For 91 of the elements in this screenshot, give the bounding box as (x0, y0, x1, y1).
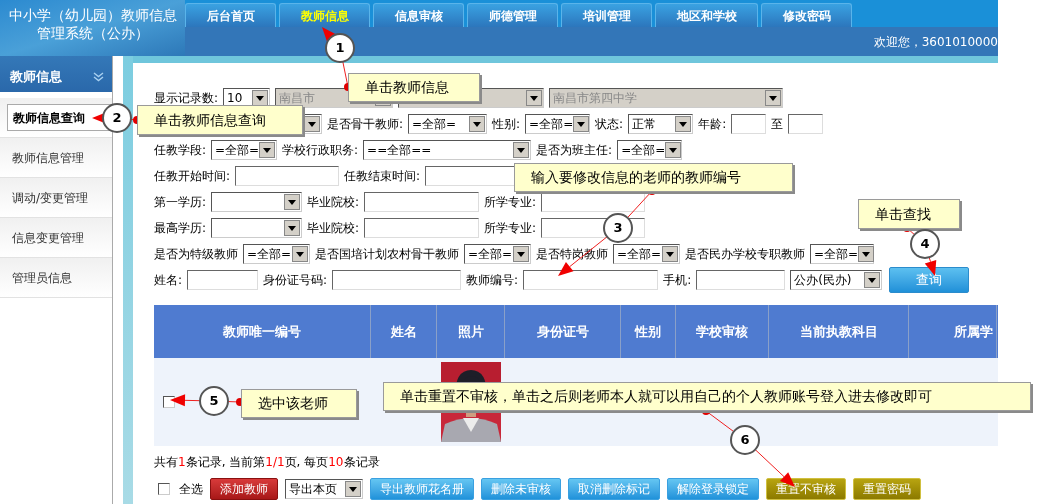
field-label: 手机: (663, 272, 692, 289)
input-field[interactable] (788, 114, 824, 134)
caret-icon (284, 220, 301, 236)
field-label: 毕业院校: (307, 194, 360, 211)
step-number: 3 (603, 213, 633, 243)
dropdown[interactable] (211, 218, 303, 238)
dropdown[interactable]: =全部= (810, 244, 874, 264)
field-label: 至 (771, 116, 784, 133)
dropdown[interactable]: 10 (223, 88, 271, 108)
nav-tab[interactable]: 信息审核 (373, 3, 464, 27)
step-number: 4 (910, 229, 940, 259)
checkbox[interactable] (158, 483, 170, 495)
caret-icon (765, 90, 782, 106)
caret-icon (284, 194, 301, 210)
callout-tooltip: 单击重置不审核，单击之后则老师本人就可以用自己的个人教师账号登入进去修改即可 (383, 382, 1031, 411)
field-label: 是否特岗教师 (536, 246, 608, 263)
caret-icon (665, 142, 682, 158)
field-label: 显示记录数: (154, 90, 219, 107)
field-label: 状态: (595, 116, 624, 133)
field-label: 教师编号: (466, 272, 519, 289)
field-label: 任教开始时间: (154, 168, 231, 185)
chevron-down-icon (93, 72, 104, 82)
checkbox[interactable] (163, 396, 175, 408)
action-button[interactable]: 添加教师 (210, 478, 278, 500)
caret-icon (345, 481, 361, 497)
field-label: 学校行政职务: (282, 142, 359, 159)
caret-icon (513, 142, 530, 158)
field-label: 姓名: (154, 272, 183, 289)
dropdown[interactable]: 公办(民办) (790, 270, 883, 290)
field-label: 年龄: (698, 116, 727, 133)
field-label: 身份证号码: (263, 272, 328, 289)
dropdown[interactable]: ==全部== (363, 140, 532, 160)
checkbox-label: 全选 (179, 481, 203, 498)
callout-tooltip: 单击教师信息查询 (137, 105, 303, 135)
input-field[interactable] (731, 114, 767, 134)
input-field[interactable] (364, 192, 480, 212)
callout-tooltip: 输入要修改信息的老师的教师编号 (514, 163, 793, 192)
nav-tab[interactable]: 后台首页 (185, 3, 276, 27)
sidebar-title: 教师信息 (10, 68, 62, 87)
dropdown[interactable]: =全部= (613, 244, 680, 264)
field-label: 任教学段: (154, 142, 207, 159)
field-label: 毕业院校: (307, 220, 360, 237)
caret-icon (292, 246, 308, 262)
sidebar-item[interactable]: 教师信息查询 (7, 104, 112, 131)
caret-icon (259, 142, 276, 158)
caret-icon (513, 246, 529, 262)
callout-tooltip: 单击教师信息 (348, 73, 480, 102)
nav-tab[interactable]: 修改密码 (761, 3, 852, 27)
app-title: 中小学（幼儿园）教师信息 (8, 6, 177, 24)
field-label: 是否为特级教师 (154, 246, 238, 263)
nav-tab[interactable]: 地区和学校 (655, 3, 758, 27)
caret-icon (858, 246, 875, 262)
input-field[interactable] (364, 218, 480, 238)
welcome-text: 欢迎您，3601010000 (873, 33, 998, 51)
field-label: 是否民办学校专职教师 (685, 246, 805, 263)
input-field[interactable] (187, 270, 259, 290)
field-label: 所学专业: (484, 194, 537, 211)
caret-icon (252, 90, 269, 106)
input-field[interactable] (332, 270, 462, 290)
field-label: 是否骨干教师: (327, 116, 404, 133)
dropdown[interactable]: =全部= (464, 244, 531, 264)
dropdown[interactable] (211, 192, 303, 212)
caret-icon (469, 116, 486, 132)
field-label: 所学专业: (484, 220, 537, 237)
callout-tooltip: 单击查找 (858, 199, 960, 229)
input-field[interactable] (696, 270, 786, 290)
caret-icon (662, 246, 678, 262)
nav-tab[interactable]: 培训管理 (561, 3, 652, 27)
caret-icon (573, 116, 590, 132)
dropdown[interactable]: =全部= (408, 114, 488, 134)
nav-tab[interactable]: 师德管理 (467, 3, 558, 27)
input-field[interactable] (523, 270, 659, 290)
field-label: 任教结束时间: (344, 168, 421, 185)
field-label: 性别: (492, 116, 521, 133)
field-label: 最高学历: (154, 220, 207, 237)
dropdown[interactable]: 导出本页 (285, 479, 363, 499)
sidebar-header[interactable]: 教师信息 (0, 56, 112, 92)
input-field[interactable] (235, 166, 340, 186)
dropdown[interactable]: =全部= (617, 140, 683, 160)
dropdown[interactable]: 正常 (628, 114, 694, 134)
callout-tooltip: 选中该老师 (241, 389, 357, 418)
app-title: 管理系统（公办） (36, 24, 149, 42)
caret-icon (675, 116, 692, 132)
dropdown[interactable]: =全部= (525, 114, 591, 134)
field-label: 是否国培计划农村骨干教师 (315, 246, 459, 263)
record-summary: 共有1条记录, 当前第1/1页, 每页10条记录 (154, 454, 381, 470)
field-label: 第一学历: (154, 194, 207, 211)
field-label: 是否为班主任: (536, 142, 613, 159)
dropdown[interactable]: =全部= (211, 140, 278, 160)
caret-icon (864, 272, 881, 288)
dropdown[interactable]: =全部= (243, 244, 310, 264)
